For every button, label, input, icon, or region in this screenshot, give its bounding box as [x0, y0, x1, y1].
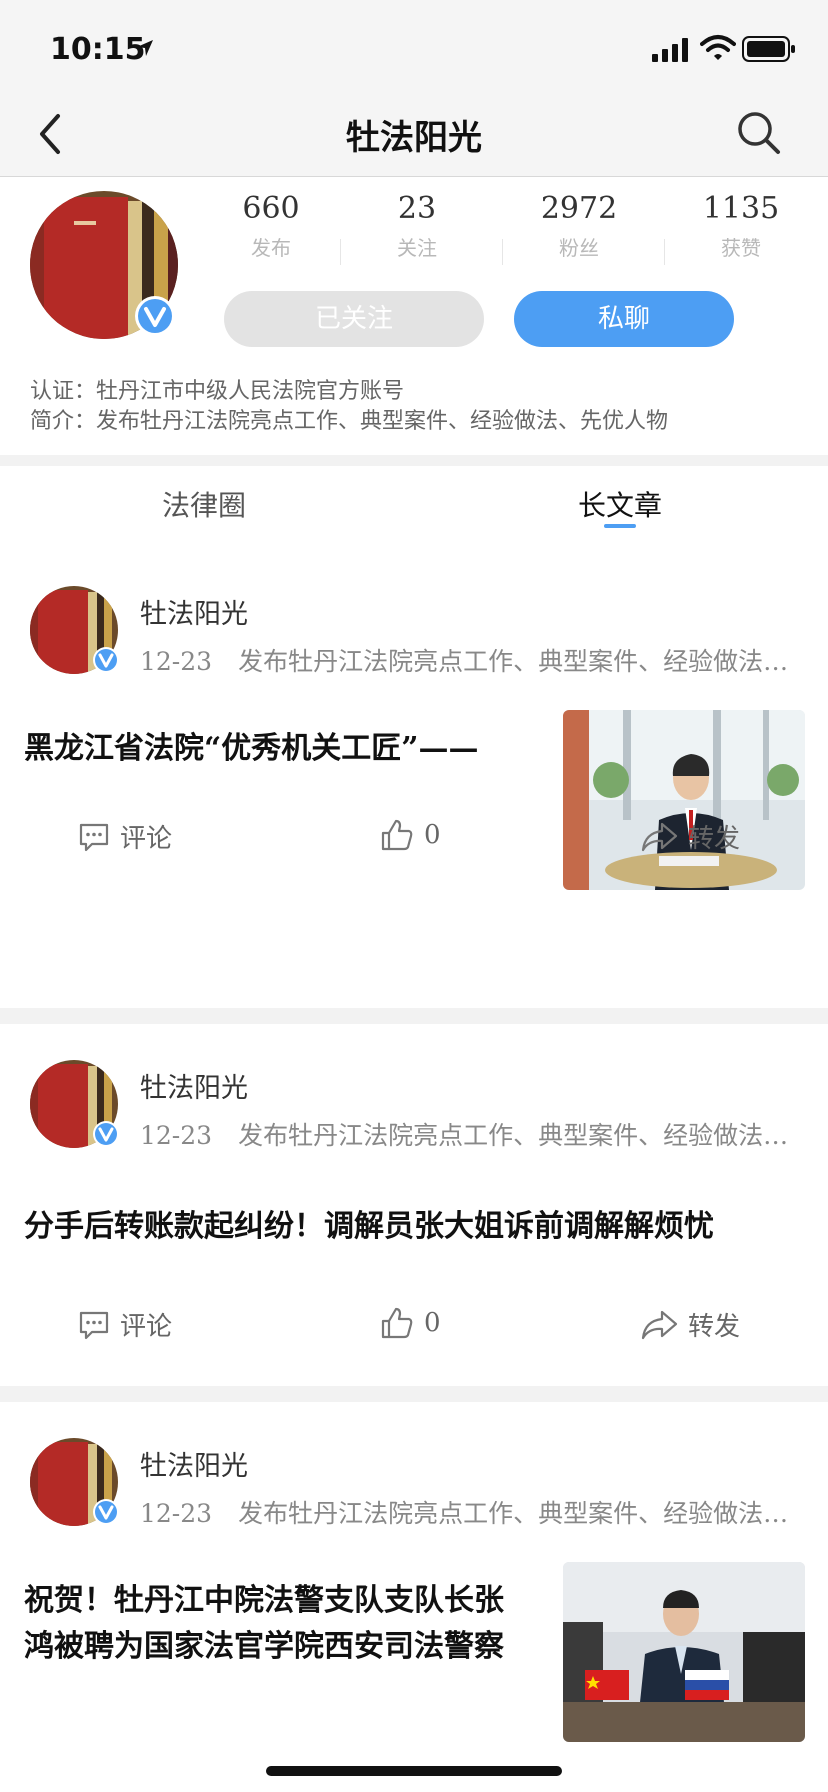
post-thumbnail[interactable]	[563, 1562, 805, 1742]
profile-stats: 660 发布 23 关注 2972 粉丝 1135 获赞	[196, 191, 826, 265]
content-tabs: 法律圈 长文章	[0, 466, 828, 536]
stat-value: 23	[397, 191, 437, 226]
intro-text: 简介：发布牡丹江法院亮点工作、典型案件、经验做法、先优人物	[30, 409, 669, 434]
search-icon[interactable]	[734, 108, 784, 158]
stat-label: 发布	[251, 236, 291, 260]
post-excerpt: 发布牡丹江法院亮点工作、典型案件、经验做法…	[238, 1499, 789, 1528]
verified-badge-icon	[135, 296, 175, 336]
post-title-line: 祝贺！牡丹江中院法警支队支队长张	[24, 1583, 504, 1618]
post-meta: 12-23 发布牡丹江法院亮点工作、典型案件、经验做法…	[140, 1494, 788, 1530]
comment-icon	[79, 823, 109, 851]
author-name[interactable]: 牡法阳光	[140, 592, 248, 631]
share-arrow-icon	[641, 1310, 678, 1339]
home-indicator[interactable]	[266, 1766, 562, 1776]
comment-button[interactable]: 评论	[78, 1306, 172, 1343]
status-time: 10:15	[50, 32, 146, 67]
comment-button[interactable]: 评论	[78, 818, 172, 855]
post-meta: 12-23 发布牡丹江法院亮点工作、典型案件、经验做法…	[140, 642, 788, 678]
wifi-icon	[700, 35, 736, 60]
comment-label: 评论	[120, 824, 173, 854]
stat-label: 关注	[397, 236, 437, 260]
stat-followers[interactable]: 2972 粉丝	[504, 191, 654, 261]
section-divider	[0, 1386, 828, 1402]
nav-bar: 牡法阳光	[0, 92, 828, 177]
post-title-line: 鸿被聘为国家法官学院西安司法警察	[24, 1629, 504, 1664]
profile-header: 660 发布 23 关注 2972 粉丝 1135 获赞 已关注 私聊 认证：牡…	[0, 177, 828, 455]
certification-text: 认证：牡丹江市中级人民法院官方账号	[30, 379, 405, 404]
post-date: 12-23	[140, 647, 213, 676]
section-divider	[0, 455, 828, 466]
post-title[interactable]: 分手后转账款起纠纷！调解员张大姐诉前调解解烦忧	[24, 1204, 814, 1250]
share-label: 转发	[688, 1312, 741, 1342]
share-button[interactable]: 转发	[640, 818, 740, 855]
verified-badge-icon	[93, 1121, 119, 1147]
share-label: 转发	[688, 824, 741, 854]
post-title[interactable]: 黑龙江省法院“优秀机关工匠”——	[24, 726, 544, 772]
verified-badge-icon	[93, 647, 119, 673]
like-count: 0	[424, 1308, 441, 1338]
thumbs-up-icon	[381, 1307, 413, 1339]
section-divider	[0, 1008, 828, 1024]
thumbs-up-icon	[381, 819, 413, 851]
like-button[interactable]: 0	[380, 818, 441, 852]
divider	[340, 239, 341, 265]
author-name[interactable]: 牡法阳光	[140, 1444, 248, 1483]
status-bar: 10:15	[0, 0, 828, 92]
battery-icon	[742, 36, 795, 62]
comment-label: 评论	[120, 1312, 173, 1342]
stat-label: 获赞	[721, 236, 761, 260]
author-name[interactable]: 牡法阳光	[140, 1066, 248, 1105]
article-card[interactable]: 牡法阳光 12-23 发布牡丹江法院亮点工作、典型案件、经验做法… 分手后转账款起…	[0, 1024, 828, 1386]
article-card[interactable]: 牡法阳光 12-23 发布牡丹江法院亮点工作、典型案件、经验做法… 祝贺！牡丹江中…	[0, 1402, 828, 1792]
post-thumbnail[interactable]	[563, 710, 805, 890]
thumbnail-image	[563, 1562, 805, 1742]
private-chat-button[interactable]: 私聊	[514, 291, 734, 347]
stat-value: 660	[242, 191, 300, 226]
post-meta: 12-23 发布牡丹江法院亮点工作、典型案件、经验做法…	[140, 1116, 788, 1152]
stat-value: 2972	[540, 191, 618, 226]
like-count: 0	[424, 820, 441, 850]
post-excerpt: 发布牡丹江法院亮点工作、典型案件、经验做法…	[238, 647, 789, 676]
stat-likes[interactable]: 1135 获赞	[666, 191, 816, 261]
page-title: 牡法阳光	[346, 118, 482, 158]
divider	[502, 239, 503, 265]
active-tab-indicator	[604, 524, 636, 528]
post-title[interactable]: 祝贺！牡丹江中院法警支队支队长张 鸿被聘为国家法官学院西安司法警察	[24, 1578, 554, 1670]
stat-value: 1135	[702, 191, 780, 226]
like-button[interactable]: 0	[380, 1306, 441, 1340]
article-card[interactable]: 牡法阳光 12-23 发布牡丹江法院亮点工作、典型案件、经验做法… 黑龙江省法院“…	[0, 536, 828, 1008]
share-arrow-icon	[641, 822, 678, 851]
divider	[664, 239, 665, 265]
cellular-signal-icon	[652, 38, 688, 62]
post-date: 12-23	[140, 1499, 213, 1528]
stat-label: 粉丝	[559, 236, 599, 260]
thumbnail-image	[563, 710, 805, 890]
stat-posts[interactable]: 660 发布	[196, 191, 346, 261]
tab-legal-circle[interactable]: 法律圈	[162, 484, 246, 524]
tab-long-articles[interactable]: 长文章	[578, 484, 662, 524]
verified-badge-icon	[93, 1499, 119, 1525]
location-arrow-icon	[137, 40, 153, 56]
share-button[interactable]: 转发	[640, 1306, 740, 1343]
following-button[interactable]: 已关注	[224, 291, 484, 347]
comment-icon	[79, 1311, 109, 1339]
post-excerpt: 发布牡丹江法院亮点工作、典型案件、经验做法…	[238, 1121, 789, 1150]
stat-following[interactable]: 23 关注	[342, 191, 492, 261]
post-date: 12-23	[140, 1121, 213, 1150]
